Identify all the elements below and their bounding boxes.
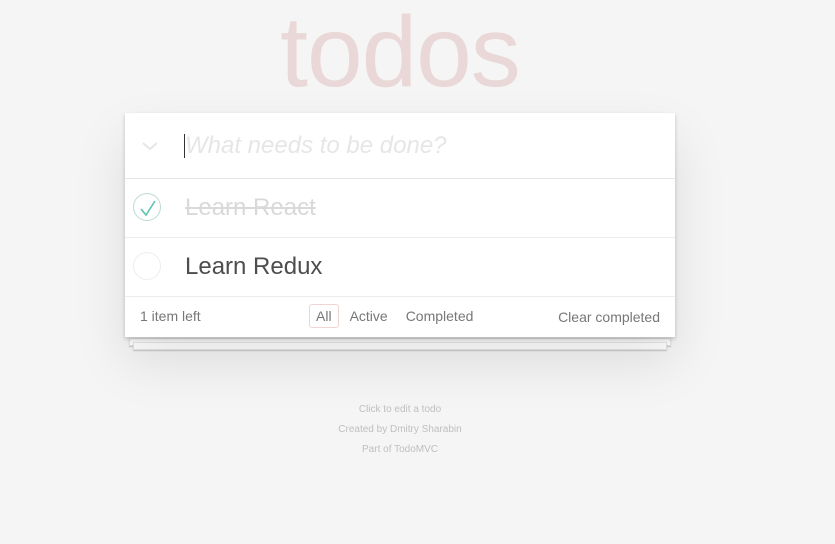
chevron-down-icon (142, 142, 158, 151)
page: todos Learn React (0, 0, 835, 544)
part-of-prefix: Part of (362, 444, 395, 455)
filter-active[interactable]: Active (343, 304, 395, 328)
todo-checkbox[interactable] (133, 193, 161, 221)
filters: All Active Completed (309, 304, 484, 328)
app-title: todos (280, 0, 521, 108)
info-footer: Click to edit a todo Created by Dmitry S… (0, 400, 800, 460)
created-by-prefix: Created by (338, 424, 390, 435)
author-link[interactable]: Dmitry Sharabin (390, 424, 462, 435)
todo-count-number: 1 (140, 308, 148, 324)
part-of: Part of TodoMVC (0, 440, 800, 460)
checkmark-icon (140, 200, 156, 217)
edit-hint: Click to edit a todo (358, 404, 442, 415)
toggle-all-button[interactable] (135, 133, 165, 159)
todo-item[interactable]: Learn Redux (125, 238, 675, 297)
stack-layer (133, 342, 667, 350)
filter-completed[interactable]: Completed (399, 304, 481, 328)
todo-list: Learn React Learn Redux (125, 179, 675, 297)
todo-label[interactable]: Learn Redux (185, 253, 322, 281)
text-caret (184, 134, 185, 158)
todo-item[interactable]: Learn React (125, 179, 675, 238)
todo-count-suffix: item left (147, 308, 201, 324)
filter-all[interactable]: All (309, 304, 339, 328)
created-by: Created by Dmitry Sharabin (0, 420, 800, 440)
new-todo-input[interactable] (185, 125, 655, 167)
todo-label[interactable]: Learn React (185, 194, 316, 222)
todomvc-link[interactable]: TodoMVC (394, 444, 438, 455)
todo-count: 1 item left (140, 308, 201, 324)
footer: 1 item left All Active Completed Clear c… (125, 297, 675, 337)
header (125, 113, 675, 179)
todo-app: Learn React Learn Redux 1 item left All … (125, 113, 675, 337)
clear-completed-button[interactable]: Clear completed (558, 309, 660, 325)
todo-checkbox[interactable] (133, 252, 161, 280)
